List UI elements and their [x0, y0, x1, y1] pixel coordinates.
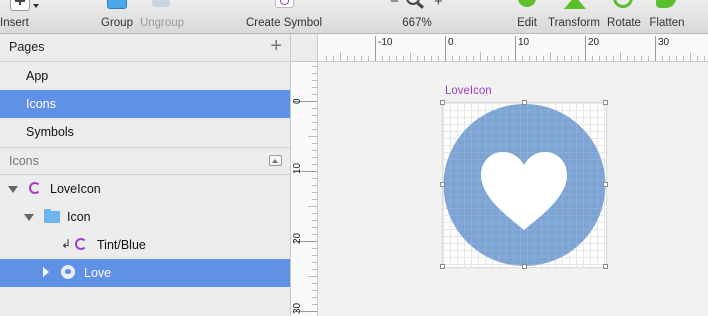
layer-label: Tint/Blue — [97, 238, 146, 252]
disclosure-collapsed-icon[interactable] — [43, 267, 49, 277]
disclosure-expanded-icon[interactable] — [24, 214, 34, 221]
disclosure-expanded-icon[interactable] — [8, 186, 18, 193]
edit-icon — [518, 0, 536, 7]
mask-arrow-icon: ↲ — [61, 237, 72, 251]
flatten-button[interactable]: Flatten — [646, 0, 688, 34]
ruler-label: 0 — [448, 37, 454, 48]
transform-button[interactable]: Transform — [546, 0, 602, 34]
symbol-icon — [29, 182, 41, 194]
transform-label: Transform — [548, 17, 600, 29]
symbol-icon — [75, 238, 87, 250]
layer-icon-group[interactable]: Icon — [0, 203, 290, 231]
flatten-label: Flatten — [649, 17, 685, 29]
layer-love[interactable]: Love — [0, 259, 290, 287]
ruler-label: -10 — [378, 37, 393, 48]
layer-loveicon[interactable]: LoveIcon — [0, 175, 290, 203]
artboard[interactable] — [443, 103, 606, 267]
ruler-label: 20 — [292, 232, 303, 244]
pages-header: Pages + — [0, 34, 290, 61]
rotate-label: Rotate — [607, 17, 641, 29]
ruler-corner — [291, 34, 318, 62]
page-item-label: App — [26, 69, 49, 83]
layer-label: LoveIcon — [50, 182, 101, 196]
resize-handle[interactable] — [603, 182, 608, 187]
resize-handle[interactable] — [440, 264, 445, 269]
layer-label: Love — [84, 266, 112, 280]
flatten-icon — [656, 0, 676, 8]
resize-handle[interactable] — [522, 100, 527, 105]
rotate-icon — [613, 0, 633, 8]
ruler-label: 30 — [292, 302, 303, 314]
shape-icon — [61, 265, 75, 279]
page-item-label: Icons — [26, 97, 56, 111]
ruler-label: 0 — [292, 98, 303, 104]
ungroup-icon — [152, 0, 170, 7]
resize-handle[interactable] — [603, 100, 608, 105]
zoom-in-button[interactable]: + — [434, 0, 443, 10]
ruler-label: 10 — [292, 162, 303, 174]
collapse-layers-icon[interactable] — [269, 155, 282, 166]
plus-icon — [10, 0, 30, 11]
page-item-icons[interactable]: Icons — [0, 90, 290, 118]
create-symbol-button[interactable]: Create Symbol — [246, 0, 322, 34]
edit-button[interactable]: Edit — [512, 0, 542, 34]
layers-title: Icons — [9, 154, 39, 168]
insert-dropdown-icon — [33, 4, 39, 8]
page-item-app[interactable]: App — [0, 62, 290, 90]
layers-header: Icons — [0, 148, 290, 175]
ruler-label: 20 — [588, 37, 600, 48]
add-page-button[interactable]: + — [270, 35, 282, 57]
toolbar: Insert Group Ungroup Create Symbol − + 6… — [0, 0, 708, 34]
group-button[interactable]: Group — [98, 0, 136, 34]
rotate-button[interactable]: Rotate — [606, 0, 642, 34]
sidebar: Pages + App Icons Symbols Icons LoveIcon… — [0, 34, 291, 316]
layer-tint-blue[interactable]: ↲ Tint/Blue — [0, 231, 290, 259]
symbol-icon — [275, 0, 294, 8]
group-icon — [107, 0, 127, 9]
vertical-ruler[interactable]: 0 10 20 30 — [291, 62, 318, 316]
pages-title: Pages — [9, 40, 45, 54]
layer-label: Icon — [67, 210, 91, 224]
resize-handle[interactable] — [522, 264, 527, 269]
insert-label: Insert — [0, 17, 29, 29]
zoom-out-button[interactable]: − — [390, 0, 399, 10]
edit-label: Edit — [517, 17, 537, 29]
ungroup-label: Ungroup — [139, 17, 185, 29]
transform-icon — [564, 0, 586, 9]
artboard-title[interactable]: LoveIcon — [445, 85, 492, 97]
ruler-label: 10 — [518, 37, 530, 48]
page-item-symbols[interactable]: Symbols — [0, 118, 290, 146]
zoom-level: 667% — [402, 17, 432, 29]
ruler-label: 30 — [658, 37, 670, 48]
resize-handle[interactable] — [440, 100, 445, 105]
horizontal-ruler[interactable]: -10 0 10 20 30 — [318, 34, 708, 62]
ungroup-button[interactable]: Ungroup — [138, 0, 186, 34]
zoom-control[interactable]: − + 667% — [386, 0, 448, 34]
create-symbol-label: Create Symbol — [246, 17, 323, 29]
resize-handle[interactable] — [440, 182, 445, 187]
insert-button[interactable]: Insert — [0, 0, 44, 34]
page-item-label: Symbols — [26, 125, 74, 139]
folder-icon — [44, 211, 60, 223]
ruler-ticks — [326, 36, 705, 61]
group-label: Group — [101, 17, 133, 29]
resize-handle[interactable] — [603, 264, 608, 269]
love-icon-artwork[interactable] — [443, 103, 606, 267]
